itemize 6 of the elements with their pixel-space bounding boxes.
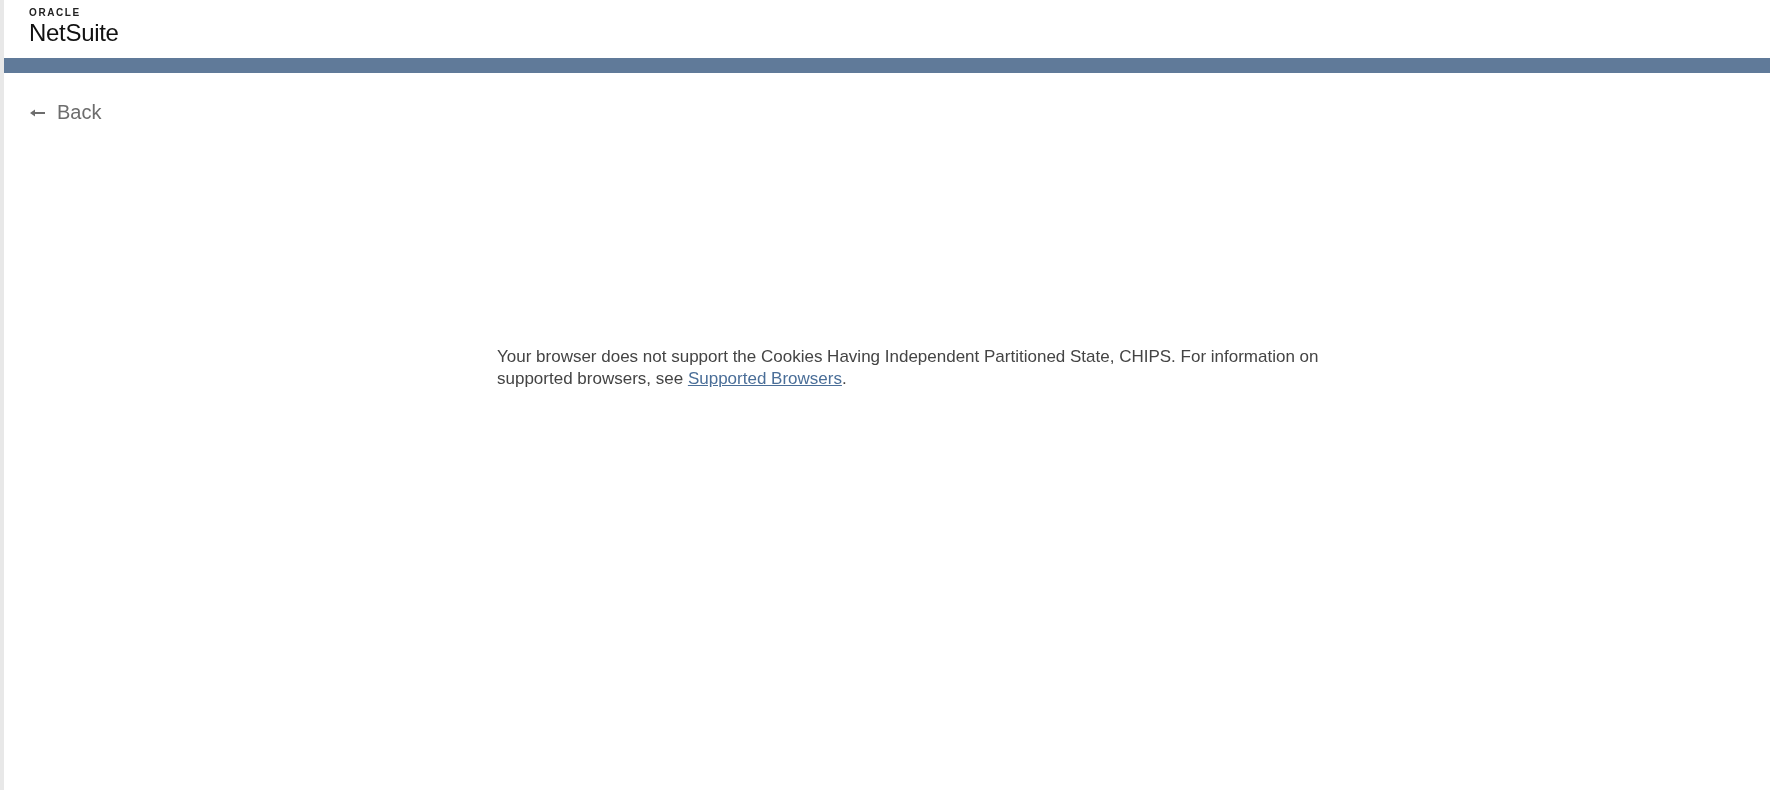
browser-support-message: Your browser does not support the Cookies Having Independent Partitioned State, CHIPS. For information on supported browsers, see Supported Browsers. — [497, 346, 1320, 390]
supported-browsers-link[interactable]: Supported Browsers — [687, 369, 842, 388]
back-arrow-icon — [30, 108, 45, 117]
back-link[interactable]: Back — [30, 101, 102, 124]
brand-wordmark: ORACLE — [29, 8, 81, 18]
brand-name: NetSuite — [29, 19, 119, 47]
